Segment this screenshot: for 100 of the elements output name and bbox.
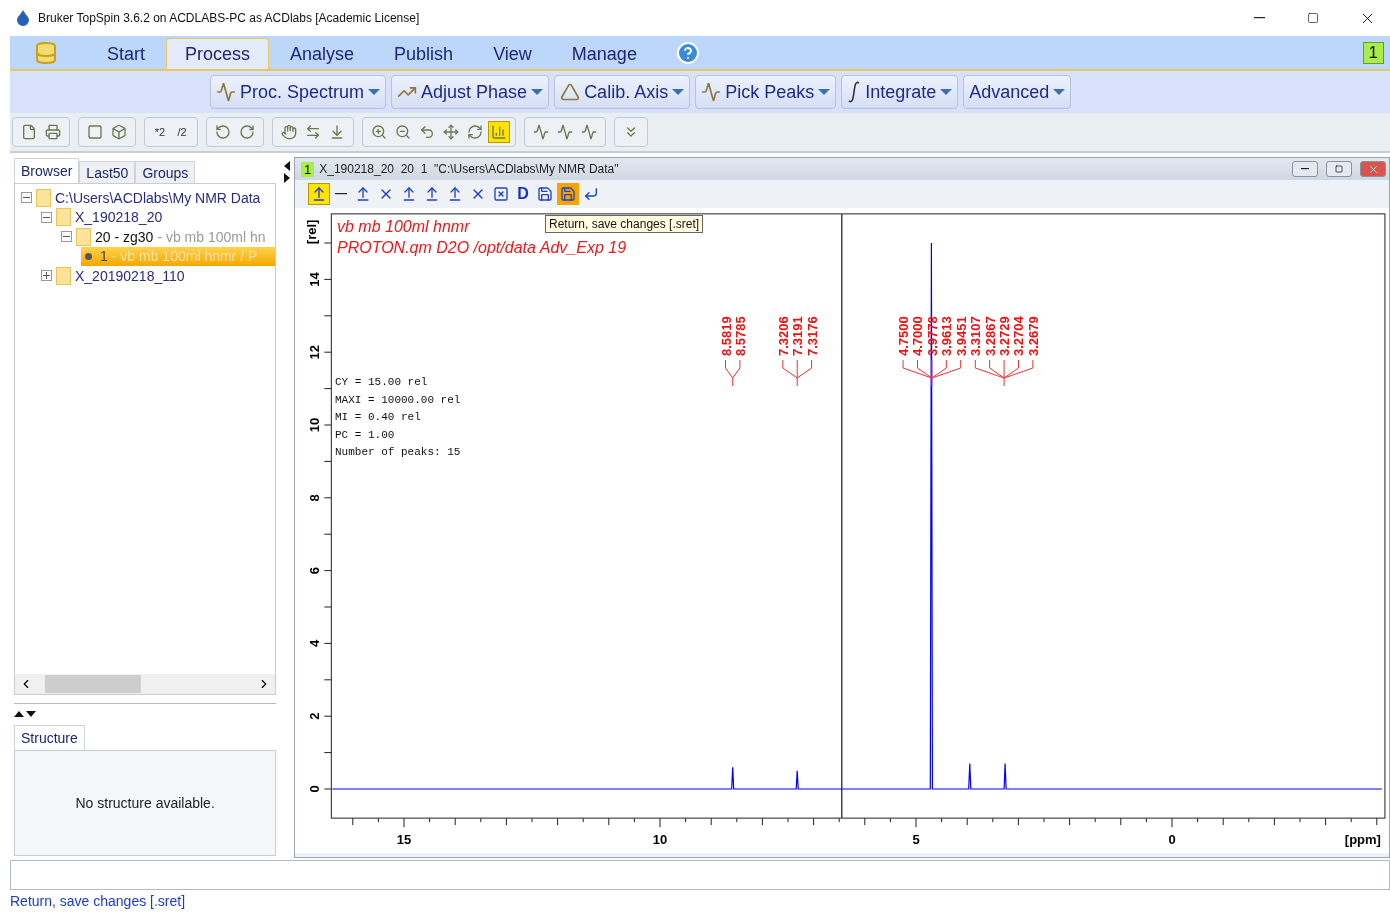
y-tick-label: 12 xyxy=(307,344,322,360)
tree-row[interactable]: X_20190218_110 xyxy=(41,266,276,286)
collapse-icon[interactable] xyxy=(21,192,32,204)
tree-item-name: X_190218_20 xyxy=(75,209,163,226)
cube-icon xyxy=(111,124,127,140)
bar-chart-icon xyxy=(491,124,507,140)
parameter-line: CY = 15.00 rel xyxy=(335,375,428,390)
restore-button[interactable] xyxy=(1326,161,1352,177)
caret-icon xyxy=(1053,88,1066,96)
peak-label: 3.2704 xyxy=(1011,316,1027,356)
square-icon xyxy=(87,124,103,140)
close-button[interactable] xyxy=(1360,161,1386,177)
peaks-icon xyxy=(557,124,573,140)
ribbon-button[interactable]: Pick Peaks xyxy=(695,75,837,109)
y-tick-label: 10 xyxy=(307,417,322,433)
integral-icon xyxy=(847,81,862,103)
spectrum-title-line: vb mb 100ml hnmr xyxy=(337,218,470,236)
peak-icon xyxy=(216,82,236,102)
peak-label: 3.9451 xyxy=(953,316,969,356)
minus-icon xyxy=(335,193,347,195)
maximize-icon xyxy=(1307,12,1319,24)
spectrum-window-title: X_190218_20 20 1 "C:\Users\ACDlabs\My NMR Data" xyxy=(319,162,620,176)
tree-item-name: C:\Users\ACDlabs\My NMR Data xyxy=(55,189,261,206)
panel-tab[interactable]: Browser xyxy=(14,158,80,183)
leader-line xyxy=(974,359,1034,387)
undo-icon xyxy=(419,124,435,140)
leader-line xyxy=(725,359,741,387)
expand-icon[interactable] xyxy=(41,270,52,282)
collapse-icon[interactable] xyxy=(61,231,72,243)
peak-label: 3.3107 xyxy=(968,316,984,356)
peak-label: 7.3191 xyxy=(790,316,806,356)
toolbar-button[interactable]: *2 xyxy=(150,121,170,143)
tree-item-name: 1 xyxy=(100,248,108,265)
peaks-icon xyxy=(533,124,549,140)
tree-item-name: 20 - zg30 xyxy=(95,228,154,245)
x-axis-label: [ppm] xyxy=(1344,832,1381,847)
parameter-line: MI = 0.40 rel xyxy=(335,410,421,426)
peak-label: 3.2867 xyxy=(982,316,998,356)
structure-message: No structure available. xyxy=(75,795,215,811)
peak-label: 3.2729 xyxy=(997,316,1013,356)
menu-tab[interactable]: Publish xyxy=(375,38,473,69)
move-icon xyxy=(443,124,459,140)
peak-label: 3.9613 xyxy=(939,316,955,356)
y-axis-label: [rel] xyxy=(304,219,319,245)
help-icon[interactable] xyxy=(675,40,700,65)
splitter-arrows-icon[interactable] xyxy=(14,710,36,718)
collapse-icon[interactable] xyxy=(41,211,52,223)
ribbon-button[interactable]: Adjust Phase xyxy=(391,75,550,109)
panel-tab[interactable]: Structure xyxy=(14,725,85,750)
tree-row[interactable]: 20 - zg30 - vb mb 100ml hn xyxy=(61,227,276,247)
ribbon-button[interactable]: Calib. Axis xyxy=(554,75,691,109)
folder-icon xyxy=(76,227,91,246)
scrollbar-thumb[interactable] xyxy=(45,675,141,693)
caret-icon xyxy=(672,88,685,96)
parameter-line: Number of peaks: 15 xyxy=(335,445,461,461)
peak-label: 4.7500 xyxy=(896,316,912,356)
tree-row[interactable]: X_190218_20 xyxy=(41,207,276,227)
peak-label: 7.3206 xyxy=(775,316,791,356)
x-tick-label: 10 xyxy=(652,832,668,847)
file-icon xyxy=(21,124,37,140)
menu-tab[interactable]: Analyse xyxy=(271,38,374,69)
panel-tab[interactable]: Last50 xyxy=(79,161,136,183)
tree-item-detail: - vb mb 100ml hnmr / P xyxy=(111,248,258,265)
minimize-button[interactable] xyxy=(1292,161,1318,177)
peak-label: 4.7000 xyxy=(910,316,926,356)
splitter-arrows-icon[interactable] xyxy=(284,161,291,183)
tree-row[interactable]: C:\Users\ACDlabs\My NMR Data xyxy=(21,188,276,208)
peak-label: 3.2679 xyxy=(1025,316,1041,356)
caret-icon xyxy=(818,88,831,96)
toolbar-button[interactable]: D xyxy=(513,183,533,205)
menu-tab[interactable]: Manage xyxy=(552,38,656,69)
y-tick-label: 4 xyxy=(307,639,322,647)
peaks-icon xyxy=(701,82,722,102)
peak-label: 7.3176 xyxy=(804,316,820,356)
y-tick-label: 0 xyxy=(307,785,322,793)
ribbon-button[interactable]: Integrate xyxy=(841,75,959,109)
close-icon xyxy=(1367,163,1379,175)
ribbon-button[interactable]: Proc. Spectrum xyxy=(210,75,387,109)
selected-tree-row[interactable]: 1 - vb mb 100ml hnmr / P xyxy=(81,246,276,266)
menu-tab[interactable]: Start xyxy=(88,38,164,69)
caret-icon xyxy=(531,88,544,96)
spectrum-title-line: PROTON.qm D2O /opt/data Adv_Exp 19 xyxy=(337,239,627,257)
menu-tab[interactable]: View xyxy=(474,38,551,69)
tree-item-name: X_20190218_110 xyxy=(75,267,185,284)
window-title: Bruker TopSpin 3.6.2 on ACDLABS-PC as ACDlabs [Academic License] xyxy=(38,11,421,25)
panel-tab[interactable]: Groups xyxy=(135,161,196,183)
menu-tab[interactable]: Process xyxy=(166,38,270,69)
folder-icon xyxy=(56,208,71,227)
command-input[interactable] xyxy=(10,860,1390,890)
save-icon xyxy=(537,186,553,202)
hand-icon xyxy=(281,124,297,140)
folder-icon xyxy=(56,266,71,285)
zoom-in-icon xyxy=(371,124,387,140)
toolbar-button[interactable]: /2 xyxy=(172,121,192,143)
rotate-right-icon xyxy=(239,124,255,140)
ribbon-button[interactable]: Advanced xyxy=(963,75,1072,109)
peak-label: 3.9778 xyxy=(924,316,940,356)
y-tick-label: 2 xyxy=(307,712,322,720)
restore-icon xyxy=(1335,165,1343,173)
horizontal-scrollbar[interactable] xyxy=(15,674,276,694)
